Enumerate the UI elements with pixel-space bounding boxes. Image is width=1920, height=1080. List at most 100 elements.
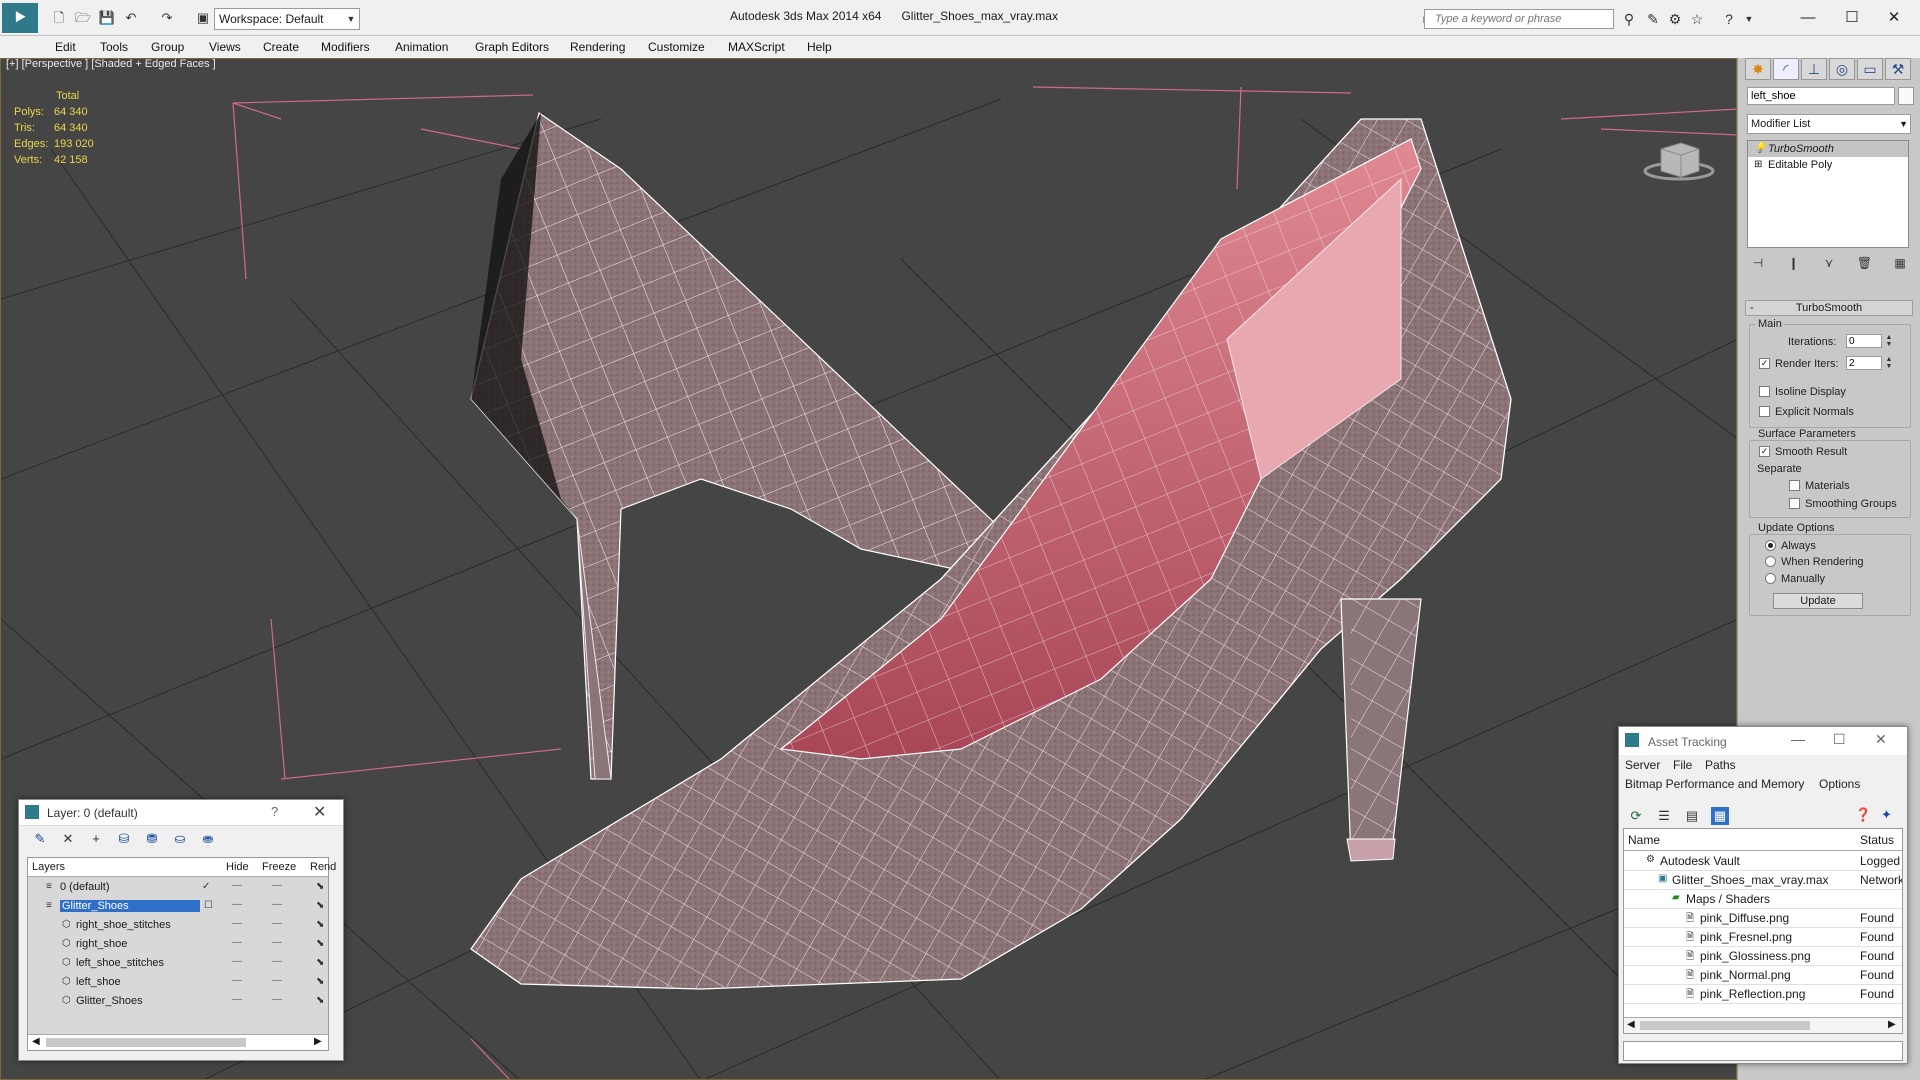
grid-view-icon[interactable]: ▦ — [1711, 807, 1729, 825]
modify-tab-icon[interactable]: ◜ — [1773, 58, 1799, 80]
save-file-icon[interactable]: 💾 — [98, 10, 116, 26]
column-header-freeze[interactable]: Freeze — [262, 861, 296, 873]
scrollbar-thumb[interactable] — [1640, 1021, 1810, 1030]
undo-icon[interactable]: ↶ — [122, 10, 140, 26]
isoline-display-checkbox[interactable] — [1759, 386, 1770, 397]
viewport-label[interactable]: [+] [Perspective ] [Shaded + Edged Faces… — [6, 58, 216, 70]
freeze-toggle[interactable]: — — [272, 918, 282, 929]
refresh-icon[interactable]: ⟳ — [1627, 807, 1645, 825]
column-header-name[interactable]: Name — [1628, 833, 1660, 847]
hide-toggle[interactable]: — — [232, 918, 242, 929]
smooth-result-checkbox[interactable]: ✓ — [1759, 446, 1770, 457]
minimize-icon[interactable]: — — [1791, 731, 1805, 747]
freeze-toggle[interactable]: — — [272, 937, 282, 948]
asset-path-field[interactable] — [1623, 1041, 1903, 1061]
menu-modifiers[interactable]: Modifiers — [321, 40, 370, 54]
scroll-left-icon[interactable]: ◀ — [1627, 1019, 1635, 1030]
motion-tab-icon[interactable]: ◎ — [1829, 58, 1855, 80]
menu-views[interactable]: Views — [209, 40, 241, 54]
workspace-dropdown[interactable]: Workspace: Default — [214, 8, 360, 30]
hide-toggle[interactable]: — — [232, 994, 242, 1005]
asset-row[interactable]: ▣ Glitter_Shoes_max_vray.max Network — [1624, 871, 1902, 890]
render-iters-spinner[interactable] — [1846, 356, 1882, 370]
maximize-icon[interactable]: ☐ — [1832, 6, 1872, 30]
menu-file[interactable]: File — [1673, 758, 1692, 772]
asset-row[interactable]: 🗎 pink_Glossiness.png Found — [1624, 947, 1902, 966]
open-file-icon[interactable]: 🗁 — [74, 10, 92, 26]
app-logo-icon[interactable]: ⯈ — [2, 3, 38, 33]
render-toggle-icon[interactable]: ⬊ — [316, 900, 324, 911]
maximize-icon[interactable]: ☐ — [1833, 731, 1846, 748]
spinner-arrows-icon[interactable]: ▲ ▼ — [1884, 334, 1894, 348]
select-objects-icon[interactable]: ⛁ — [115, 830, 133, 848]
smoothing-groups-checkbox[interactable] — [1789, 498, 1800, 509]
layer-row[interactable]: ⬡ right_shoe_stitches — — ⬊ — [28, 916, 328, 935]
render-toggle-icon[interactable]: ⬊ — [316, 919, 324, 930]
layer-row[interactable]: ⬡ left_shoe_stitches — — ⬊ — [28, 954, 328, 973]
show-end-result-icon[interactable]: ❙ — [1783, 253, 1805, 273]
table-view-icon[interactable]: ▤ — [1683, 807, 1701, 825]
layer-row[interactable]: ⬡ Glitter_Shoes — — ⬊ — [28, 992, 328, 1011]
layer-row[interactable]: ≡ Glitter_Shoes ☐ — — ⬊ — [28, 897, 328, 916]
hide-toggle[interactable]: — — [232, 899, 242, 910]
menu-animation[interactable]: Animation — [395, 40, 448, 54]
make-unique-icon[interactable]: ⋎ — [1818, 253, 1840, 273]
layer-row[interactable]: ⬡ right_shoe — — ⬊ — [28, 935, 328, 954]
communication-icon[interactable]: ⚙ — [1666, 11, 1684, 27]
render-toggle-icon[interactable]: ⬊ — [316, 938, 324, 949]
minimize-icon[interactable]: — — [1788, 6, 1828, 30]
menu-customize[interactable]: Customize — [648, 40, 705, 54]
expand-plus-icon[interactable]: ⊞ — [1754, 157, 1762, 173]
hide-toggle[interactable]: — — [232, 937, 242, 948]
help-icon[interactable]: ? — [1720, 11, 1738, 27]
close-icon[interactable]: ✕ — [1875, 731, 1887, 748]
update-button[interactable]: Update — [1773, 593, 1863, 609]
scroll-right-icon[interactable]: ▶ — [1888, 1019, 1896, 1030]
freeze-toggle[interactable]: — — [272, 899, 282, 910]
menu-edit[interactable]: Edit — [55, 40, 76, 54]
asset-row[interactable]: 🗎 pink_Fresnel.png Found — [1624, 928, 1902, 947]
object-color-swatch[interactable] — [1898, 87, 1914, 105]
object-name-field[interactable] — [1747, 87, 1895, 105]
list-view-icon[interactable]: ☰ — [1655, 807, 1673, 825]
layer-row[interactable]: ⬡ left_shoe — — ⬊ — [28, 973, 328, 992]
freeze-toggle[interactable]: — — [272, 956, 282, 967]
configure-sets-icon[interactable]: ▦ — [1889, 253, 1911, 273]
close-icon[interactable]: ✕ — [1874, 6, 1914, 30]
project-folder-icon[interactable]: ▣ — [194, 10, 212, 26]
render-toggle-icon[interactable]: ⬊ — [316, 976, 324, 987]
asset-row[interactable]: 🗎 pink_Diffuse.png Found — [1624, 909, 1902, 928]
asset-row[interactable]: ▰ Maps / Shaders — [1624, 890, 1902, 909]
remove-modifier-icon[interactable]: 🗑 — [1854, 253, 1876, 273]
freeze-toggle[interactable]: — — [272, 880, 282, 891]
hierarchy-tab-icon[interactable]: ⊥ — [1801, 58, 1827, 80]
always-radio[interactable] — [1765, 540, 1776, 551]
binoculars-icon[interactable]: ⚲ — [1620, 11, 1638, 27]
spinner-arrows-icon[interactable]: ▲ ▼ — [1884, 356, 1894, 370]
freeze-toggle[interactable]: — — [272, 975, 282, 986]
horizontal-scrollbar[interactable]: ◀ ▶ — [28, 1034, 328, 1050]
highlight-icon[interactable]: ✦ — [1881, 807, 1892, 823]
new-file-icon[interactable]: 🗋 — [50, 10, 68, 26]
hide-toggle[interactable]: — — [232, 975, 242, 986]
menu-server[interactable]: Server — [1625, 758, 1660, 772]
menu-graph-editors[interactable]: Graph Editors — [475, 40, 549, 54]
hide-toggle[interactable]: — — [232, 880, 242, 891]
render-toggle-icon[interactable]: ⬊ — [316, 957, 324, 968]
help-chevron-down-icon[interactable]: ▼ — [1740, 11, 1758, 27]
favorites-star-icon[interactable]: ☆ — [1688, 11, 1706, 27]
keyword-search-input[interactable] — [1424, 9, 1614, 29]
pin-stack-icon[interactable]: ⊣ — [1747, 253, 1769, 273]
stack-item-editable-poly[interactable]: ⊞ Editable Poly — [1748, 157, 1908, 173]
lightbulb-icon[interactable]: 💡 — [1754, 141, 1766, 157]
scroll-left-icon[interactable]: ◀ — [32, 1036, 40, 1047]
help-icon[interactable]: ? — [271, 804, 278, 819]
layer-row[interactable]: ≡ 0 (default) ✓ — — ⬊ — [28, 878, 328, 897]
horizontal-scrollbar[interactable]: ◀ ▶ — [1624, 1017, 1902, 1033]
chevron-down-icon[interactable]: ▼ — [344, 9, 358, 29]
delete-layer-icon[interactable]: ✕ — [59, 830, 77, 848]
hide-toggle[interactable]: — — [232, 956, 242, 967]
close-icon[interactable]: ✕ — [313, 802, 326, 822]
modifier-list-dropdown[interactable]: Modifier List ▼ — [1747, 114, 1911, 134]
display-tab-icon[interactable]: ▭ — [1857, 58, 1883, 80]
